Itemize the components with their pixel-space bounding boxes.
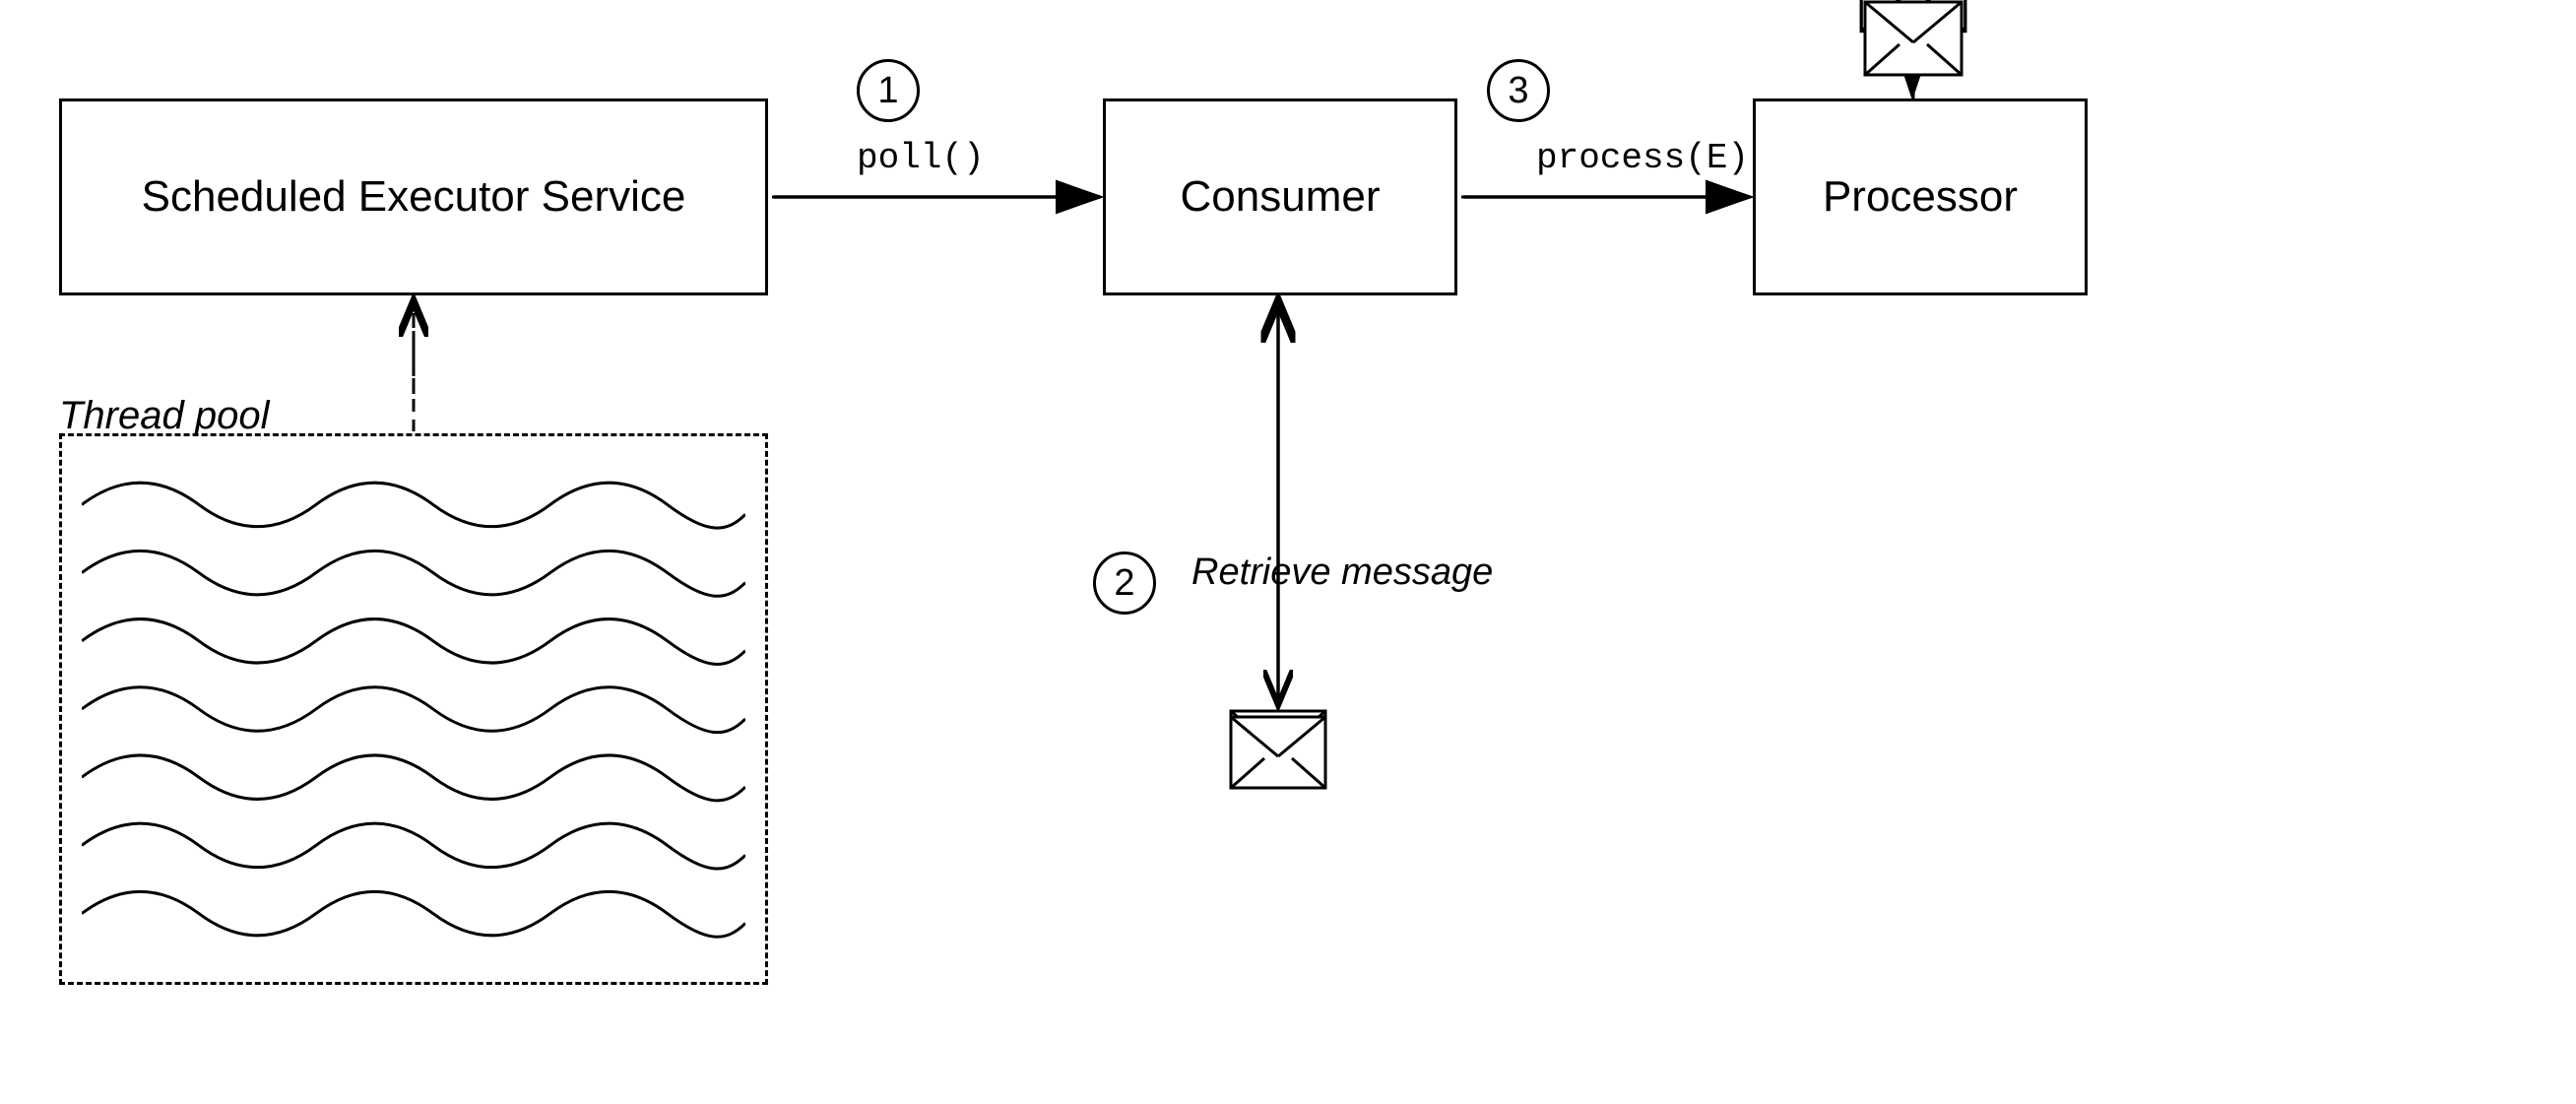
ses-label: Scheduled Executor Service [142,172,686,222]
step3-circle: 3 [1487,59,1550,122]
consumer-label: Consumer [1181,172,1381,222]
wave-container [82,456,745,962]
step2-circle: 2 [1093,552,1156,615]
diagram: Scheduled Executor Service Consumer Proc… [0,0,2576,1104]
processor-box: Processor [1753,98,2088,295]
step2-label: Retrieve message [1191,552,1493,594]
step3-label: process(E) [1536,138,1749,178]
step1-circle: 1 [857,59,920,122]
envelope-top-svg [1863,0,1964,77]
processor-label: Processor [1823,172,2018,222]
step1-label: poll() [857,138,985,178]
wave-svg [82,456,745,962]
consumer-box: Consumer [1103,98,1457,295]
ses-box: Scheduled Executor Service [59,98,768,295]
thread-pool-box [59,433,768,985]
envelope-bottom-svg [1229,715,1327,790]
thread-pool-label: Thread pool [59,394,269,438]
